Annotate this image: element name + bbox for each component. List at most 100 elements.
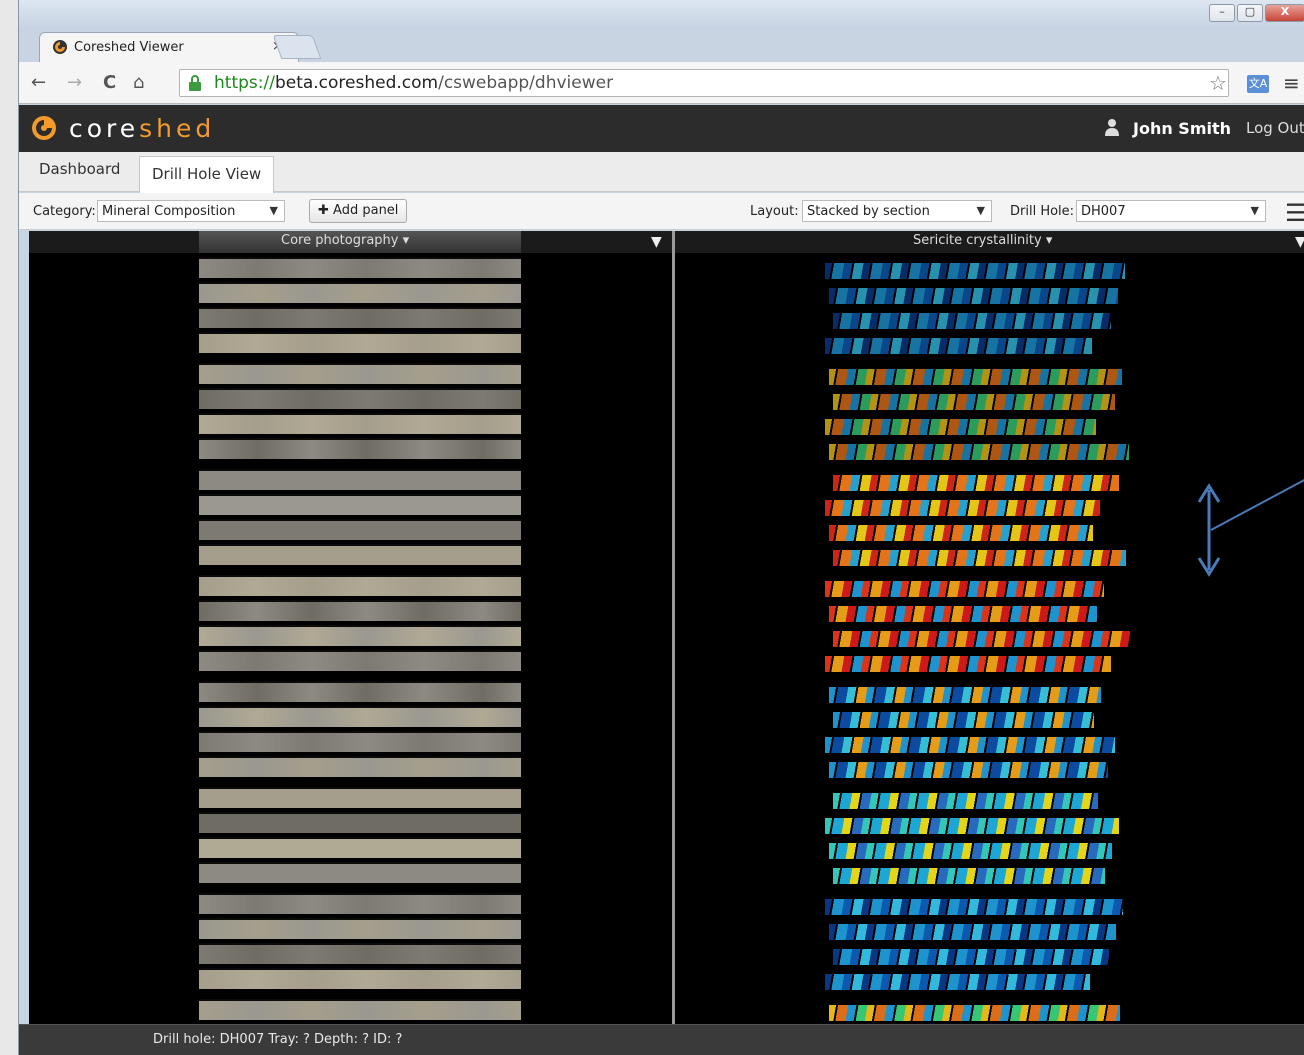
browser-window: – ▢ X Coreshed Viewer × ← → C ⌂ https://… (18, 0, 1304, 1055)
window-titlebar: – ▢ X (19, 0, 1304, 30)
sericite-row (833, 868, 1105, 884)
sericite-row (825, 419, 1096, 435)
new-tab-button[interactable] (272, 35, 322, 59)
menu-icon[interactable]: ≡ (1283, 71, 1300, 95)
sericite-row (829, 762, 1108, 778)
layout-value: Stacked by section (807, 204, 930, 219)
core-row (199, 787, 521, 808)
sericite-row (833, 793, 1098, 809)
sericite-panel: Sericite crystallinity ▾ ▼ (675, 231, 1304, 1024)
address-bar[interactable]: https://beta.coreshed.com/cswebapp/dhvie… (179, 69, 1229, 97)
core-row (199, 307, 521, 328)
drillhole-label: Drill Hole: (1010, 204, 1075, 219)
user-name[interactable]: John Smith (1133, 119, 1231, 138)
window-controls: – ▢ X (1209, 4, 1304, 22)
tab-drill-hole-view[interactable]: Drill Hole View (139, 156, 275, 193)
add-panel-button[interactable]: ✚ Add panel (309, 199, 408, 223)
core-row (199, 812, 521, 833)
core-row (199, 918, 521, 939)
plus-icon: ✚ (318, 203, 329, 218)
core-row (199, 257, 521, 278)
brand-core: core (69, 114, 140, 143)
close-window-button[interactable]: X (1265, 4, 1304, 22)
url-text: https://beta.coreshed.com/cswebapp/dhvie… (214, 73, 613, 93)
core-row (199, 282, 521, 303)
core-row (199, 413, 521, 434)
back-button[interactable]: ← (31, 72, 46, 93)
browser-tab[interactable]: Coreshed Viewer × (39, 32, 299, 62)
tab-dashboard[interactable]: Dashboard (39, 160, 120, 178)
sericite-row (829, 924, 1116, 940)
sericite-row (825, 974, 1090, 990)
category-select[interactable]: Mineral Composition ▼ (97, 200, 285, 222)
panel-title-sericite[interactable]: Sericite crystallinity ▾ (913, 233, 1052, 248)
sericite-row (825, 818, 1119, 834)
core-row (199, 756, 521, 777)
core-row (199, 893, 521, 914)
forward-button[interactable]: → (67, 72, 82, 93)
chevron-down-icon: ▼ (1250, 204, 1259, 217)
status-bar: Drill hole: DH007 Tray: ? Depth: ? ID: ? (19, 1024, 1304, 1055)
sericite-row (829, 525, 1093, 541)
sericite-row (825, 899, 1123, 915)
core-row (199, 438, 521, 459)
panel-collapse-icon[interactable]: ▼ (1295, 234, 1304, 250)
lock-icon (189, 75, 201, 91)
maximize-button[interactable]: ▢ (1237, 4, 1263, 22)
view-toolbar: Category: Mineral Composition ▼ ✚ Add pa… (19, 193, 1304, 230)
core-row (199, 625, 521, 646)
sericite-row (833, 631, 1130, 647)
drillhole-value: DH007 (1081, 204, 1126, 219)
core-row (199, 862, 521, 883)
minimize-button[interactable]: – (1209, 4, 1235, 22)
sericite-row (825, 500, 1100, 516)
sericite-row (833, 949, 1109, 965)
sericite-row (829, 606, 1097, 622)
sericite-row (833, 550, 1126, 566)
core-row (199, 681, 521, 702)
core-row (199, 600, 521, 621)
panel-header: Sericite crystallinity ▾ ▼ (675, 231, 1304, 253)
core-row (199, 731, 521, 752)
url-host: beta.coreshed.com (274, 73, 439, 93)
core-row (199, 494, 521, 515)
core-row (199, 837, 521, 858)
sericite-row (829, 843, 1112, 859)
category-label: Category: (33, 204, 96, 219)
core-row (199, 999, 521, 1020)
layout-select[interactable]: Stacked by section ▼ (802, 200, 992, 222)
user-icon (1105, 119, 1119, 136)
panel-header: Core photography ▾ ▼ (29, 231, 672, 253)
bookmark-star-icon[interactable]: ☆ (1209, 71, 1227, 95)
sericite-row (833, 712, 1094, 728)
logout-link[interactable]: Log Out (1246, 119, 1304, 137)
sericite-row (825, 656, 1111, 672)
sericite-row (829, 444, 1129, 460)
sericite-row (825, 338, 1092, 354)
translate-icon[interactable]: 文A (1247, 75, 1269, 93)
sericite-row (825, 263, 1125, 279)
drillhole-select[interactable]: DH007 ▼ (1076, 200, 1266, 222)
brand-name: coreshed (69, 114, 215, 143)
chevron-down-icon: ▼ (269, 204, 278, 217)
sericite-row (833, 313, 1111, 329)
panel-title-core-photography[interactable]: Core photography ▾ (281, 233, 409, 248)
category-value: Mineral Composition (102, 204, 236, 219)
browser-navbar: ← → C ⌂ https://beta.coreshed.com/csweba… (19, 62, 1304, 104)
coreshed-logo-icon (32, 116, 56, 140)
tab-title: Coreshed Viewer (74, 40, 184, 55)
reload-button[interactable]: C (103, 72, 116, 93)
core-row (199, 968, 521, 989)
core-row (199, 332, 521, 353)
sericite-row (829, 288, 1118, 304)
core-row (199, 575, 521, 596)
hamburger-menu-icon[interactable]: ☰ (1285, 199, 1304, 227)
sericite-row (825, 737, 1115, 753)
favicon-icon (53, 40, 67, 54)
add-panel-label: Add panel (333, 203, 399, 218)
core-row (199, 706, 521, 727)
chevron-down-icon: ▼ (976, 204, 985, 217)
sericite-row (829, 687, 1101, 703)
panel-collapse-icon[interactable]: ▼ (651, 234, 662, 250)
home-button[interactable]: ⌂ (133, 72, 144, 93)
